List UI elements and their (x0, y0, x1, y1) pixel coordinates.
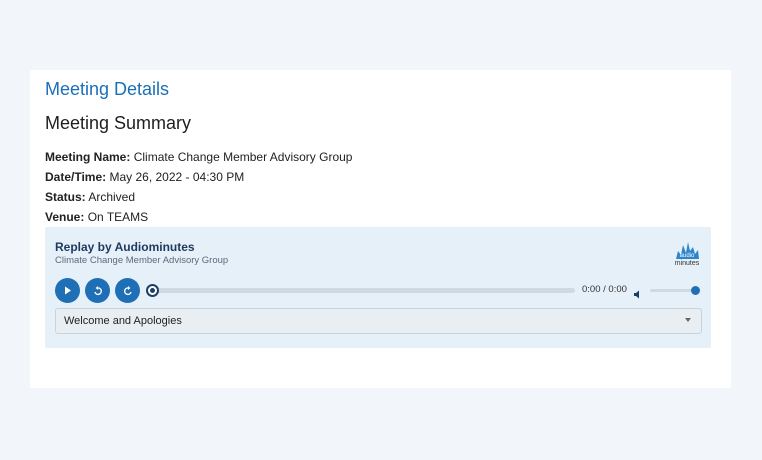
field-label: Venue: (45, 210, 85, 224)
play-button[interactable] (55, 278, 80, 303)
field-value: Archived (88, 190, 136, 204)
time-display: 0:00 / 0:00 (582, 284, 627, 295)
volume-button[interactable] (633, 286, 643, 304)
progress-bar[interactable] (148, 288, 575, 293)
forward-button[interactable] (115, 278, 140, 303)
page-title: Meeting Details (45, 79, 170, 99)
field-value: May 26, 2022 - 04:30 PM (109, 170, 245, 184)
venue-field: Venue: On TEAMS (45, 210, 148, 224)
field-label: Meeting Name: (45, 150, 131, 164)
player-subtitle: Climate Change Member Advisory Group (55, 255, 229, 266)
progress-handle[interactable] (146, 284, 159, 297)
player-title: Replay by Audiominutes (55, 240, 195, 254)
summary-heading: Meeting Summary (45, 113, 192, 133)
audio-player: Replay by Audiominutes Climate Change Me… (45, 227, 711, 348)
svg-text:audio: audio (680, 253, 695, 259)
meeting-card: Meeting Details Meeting Summary Meeting … (30, 70, 731, 388)
rewind-button[interactable] (85, 278, 110, 303)
chapter-selected-label: Welcome and Apologies (64, 315, 182, 327)
chapter-select[interactable]: Welcome and Apologies (55, 308, 702, 334)
audiominutes-logo-icon: audio (676, 242, 699, 259)
chevron-down-icon (685, 318, 691, 322)
field-value: Climate Change Member Advisory Group (133, 150, 353, 164)
volume-slider[interactable] (650, 289, 696, 292)
field-label: Status: (45, 190, 86, 204)
rewind-icon (93, 285, 102, 295)
status-field: Status: Archived (45, 190, 135, 204)
field-label: Date/Time: (45, 170, 107, 184)
date-time-field: Date/Time: May 26, 2022 - 04:30 PM (45, 170, 244, 184)
audiominutes-logo: audio minutes (672, 239, 702, 269)
field-value: On TEAMS (87, 210, 149, 224)
play-icon (64, 286, 71, 295)
volume-icon (634, 290, 639, 299)
logo-text: minutes (674, 260, 700, 267)
meeting-name-field: Meeting Name: Climate Change Member Advi… (45, 150, 352, 164)
volume-handle[interactable] (691, 286, 700, 295)
forward-icon (123, 285, 132, 295)
